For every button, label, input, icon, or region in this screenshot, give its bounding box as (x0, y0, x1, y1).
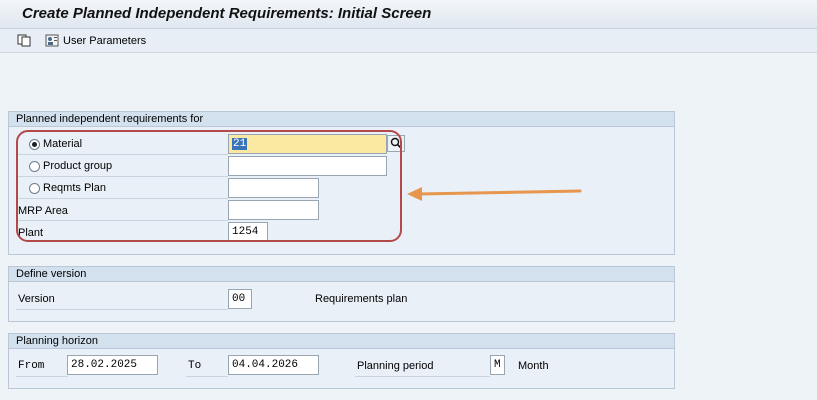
annotation-highlight-box (16, 130, 402, 242)
title-bar: Create Planned Independent Requirements:… (0, 0, 817, 29)
version-group-title: Define version (9, 267, 674, 282)
version-input[interactable]: 00 (228, 289, 252, 309)
to-date-input[interactable]: 04.04.2026 (228, 355, 319, 375)
requirements-group-title: Planned independent requirements for (9, 112, 674, 127)
copy-icon[interactable] (17, 34, 31, 47)
user-parameters-button[interactable]: User Parameters (63, 35, 146, 47)
to-label: To (188, 360, 202, 372)
page-title: Create Planned Independent Requirements:… (22, 5, 432, 22)
application-toolbar: User Parameters (0, 29, 817, 53)
version-label: Version (18, 293, 55, 305)
horizon-group-title: Planning horizon (9, 334, 674, 349)
annotation-arrow-icon (407, 187, 582, 201)
row-separator (186, 376, 228, 377)
from-date-input[interactable]: 28.02.2025 (67, 355, 158, 375)
planning-period-description: Month (518, 360, 549, 372)
planning-period-label: Planning period (357, 360, 434, 372)
from-label: From (18, 360, 45, 372)
version-description: Requirements plan (315, 293, 408, 305)
user-parameters-icon[interactable] (45, 34, 59, 47)
row-separator (355, 376, 490, 377)
row-separator (16, 376, 68, 377)
row-separator (16, 309, 228, 310)
planning-period-input[interactable]: M (490, 355, 505, 375)
